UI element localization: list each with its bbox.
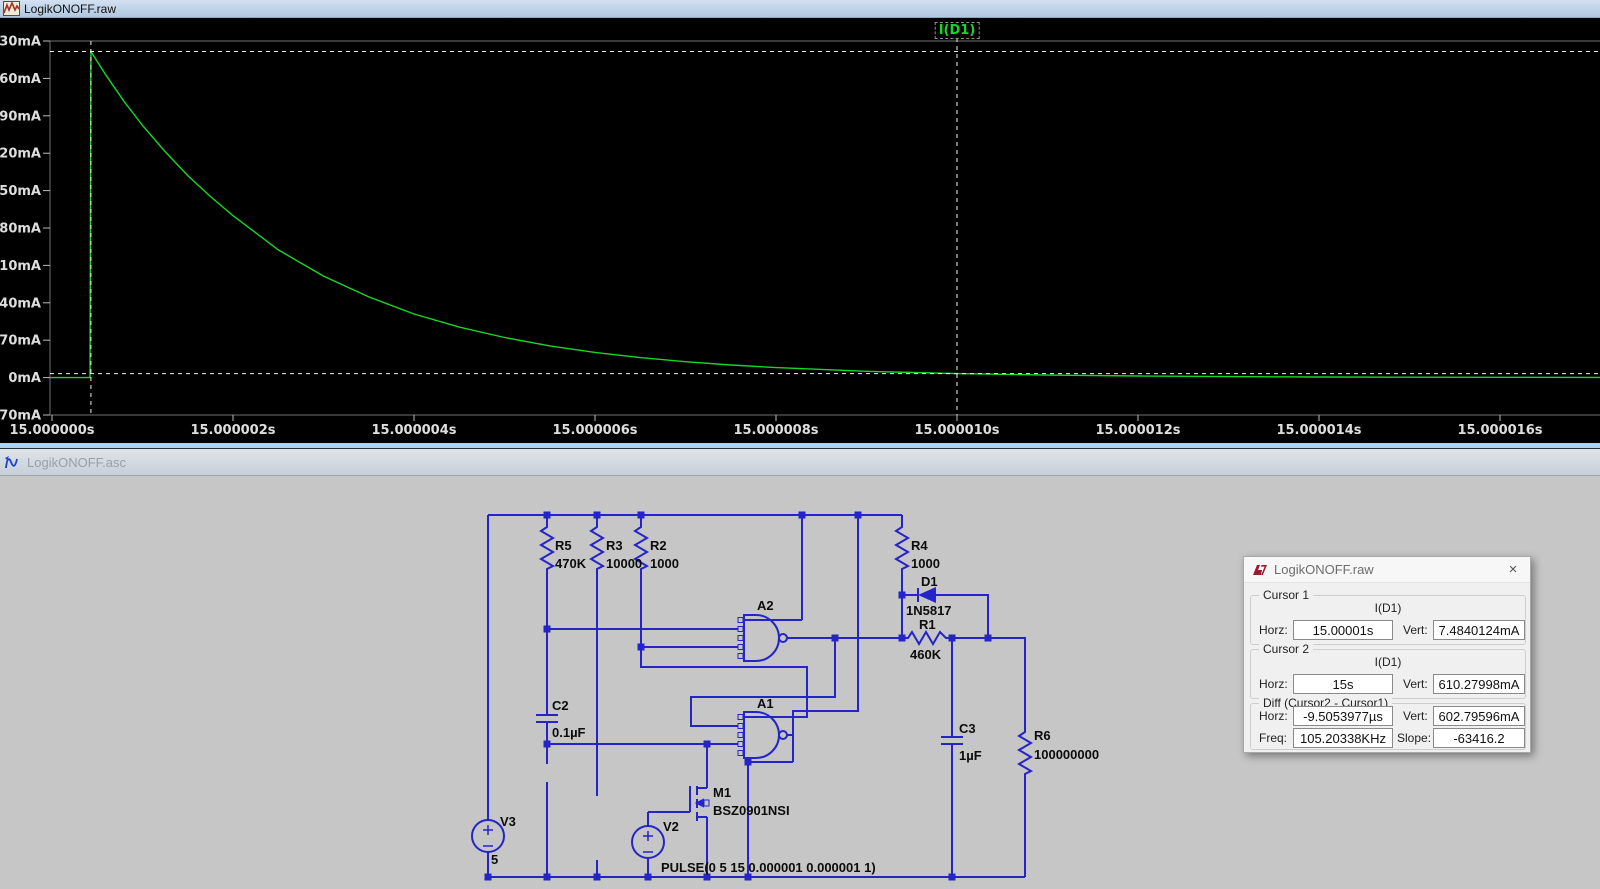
x-tick-label: 15.000002s [190,423,275,438]
diff-horz-field[interactable] [1293,706,1393,726]
y-tick-label: 560mA [0,72,41,87]
slope-field[interactable] [1433,728,1525,748]
freq-label: Freq: [1259,731,1287,745]
schematic-window-icon [4,455,21,470]
value-v2: PULSE(0 5 15 0.000001 0.000001 1) [661,860,876,875]
cursor1-vert-label: Vert: [1403,623,1428,637]
schematic-titlebar[interactable]: LogikONOFF.asc [0,449,1600,476]
diff-vert-label: Vert: [1403,709,1428,723]
waveform-window-icon [3,1,20,16]
label-r1: R1 [919,617,936,632]
nand-gate-a2[interactable] [738,615,787,661]
label-c2: C2 [552,698,569,713]
y-tick-label: 350mA [0,184,41,199]
close-icon[interactable]: × [1504,561,1522,579]
cursor2-group-label: Cursor 2 [1259,642,1313,656]
label-v2: V2 [663,819,679,834]
diode-d1[interactable] [918,587,936,603]
label-a2: A2 [757,598,774,613]
y-tick-label: 70mA [0,334,41,349]
label-r4: R4 [911,538,928,553]
resistor-r1[interactable] [905,632,949,644]
capacitor-c2[interactable] [536,715,558,722]
y-tick-label: 210mA [0,259,41,274]
schematic-window-title: LogikONOFF.asc [27,455,126,470]
resistor-r4[interactable] [896,523,908,571]
diff-group: Diff (Cursor2 - Cursor1) Horz: Vert: Fre… [1250,703,1526,750]
value-r4: 1000 [911,556,940,571]
cursor2-trace: I(D1) [1251,655,1525,669]
waveform-plot[interactable]: 630mA 560mA 490mA 420mA 350mA 280mA 210mA 140mA… [0,18,1600,443]
cursor2-horz-label: Horz: [1259,677,1288,691]
value-r2: 1000 [650,556,679,571]
label-r2: R2 [650,538,667,553]
freq-field[interactable] [1293,728,1393,748]
cursor-dialog[interactable]: LogikONOFF.raw × Cursor 1 I(D1) Horz: Ve… [1243,556,1531,753]
cursor1-vert-field[interactable] [1433,620,1525,640]
x-tick-label: 15.000008s [733,423,818,438]
resistor-r3[interactable] [591,523,603,571]
waveform-plot-pane[interactable]: 630mA 560mA 490mA 420mA 350mA 280mA 210mA 140mA… [0,18,1600,443]
cursor2-group: Cursor 2 I(D1) Horz: Vert: [1250,649,1526,699]
x-tick-label: 15.000014s [1276,423,1361,438]
value-r3: 10000 [606,556,642,571]
ltspice-logo-icon [1252,564,1268,576]
mosfet-m1[interactable] [690,786,709,821]
cursor-dialog-titlebar[interactable]: LogikONOFF.raw × [1244,557,1530,583]
resistor-r5[interactable] [541,523,553,571]
label-a1: A1 [757,696,774,711]
label-r5: R5 [555,538,572,553]
y-tick-label: 280mA [0,222,41,237]
y-tick-label: 0mA [8,371,41,386]
x-tick-label: 15.000000s [9,423,94,438]
waveform-titlebar[interactable]: LogikONOFF.raw [0,0,1600,18]
cursor2-horz-field[interactable] [1293,674,1393,694]
cursor2-vert-label: Vert: [1403,677,1428,691]
cursor2-vert-field[interactable] [1433,674,1525,694]
value-c2: 0.1µF [552,725,586,740]
x-tick-label: 15.000004s [371,423,456,438]
y-tick-label: -70mA [0,408,41,423]
label-v3: V3 [500,814,516,829]
diff-horz-label: Horz: [1259,709,1288,723]
x-tick-label: 15.000012s [1095,423,1180,438]
value-c3: 1µF [959,748,982,763]
trace-label[interactable]: I(D1) [935,22,980,39]
value-v3: 5 [491,852,498,867]
cursor1-horz-label: Horz: [1259,623,1288,637]
y-tick-label: 140mA [0,296,41,311]
label-m1: M1 [713,785,731,800]
cursor1-trace: I(D1) [1251,601,1525,615]
label-d1: D1 [921,574,938,589]
slope-label: Slope: [1397,731,1431,745]
waveform-window-title: LogikONOFF.raw [24,2,116,16]
nand-gate-a1[interactable] [738,712,787,758]
value-m1: BSZ0901NSI [713,803,790,818]
cursor-dialog-title: LogikONOFF.raw [1274,562,1374,577]
value-d1: 1N5817 [906,603,952,618]
cursor1-group: Cursor 1 I(D1) Horz: Vert: [1250,595,1526,645]
label-r3: R3 [606,538,623,553]
value-r5: 470K [555,556,587,571]
cursor1-horz-field[interactable] [1293,620,1393,640]
value-r6: 100000000 [1034,747,1099,762]
value-r1: 460K [910,647,942,662]
ltspice-screen: LogikONOFF.raw 630mA 560mA 490mA 420mA 350mA… [0,0,1600,889]
voltage-source-v2[interactable] [632,826,664,858]
diff-vert-field[interactable] [1433,706,1525,726]
trace-i-d1[interactable] [50,52,1600,378]
x-tick-label: 15.000010s [914,423,999,438]
plot-box [50,41,1600,415]
label-c3: C3 [959,721,976,736]
y-tick-label: 420mA [0,147,41,162]
y-tick-label: 490mA [0,109,41,124]
resistor-r6[interactable] [1019,728,1031,776]
cursor1-group-label: Cursor 1 [1259,588,1313,602]
label-r6: R6 [1034,728,1051,743]
y-tick-label: 630mA [0,35,41,50]
x-tick-label: 15.000006s [552,423,637,438]
x-tick-label: 15.000016s [1457,423,1542,438]
capacitor-c3[interactable] [941,737,963,744]
